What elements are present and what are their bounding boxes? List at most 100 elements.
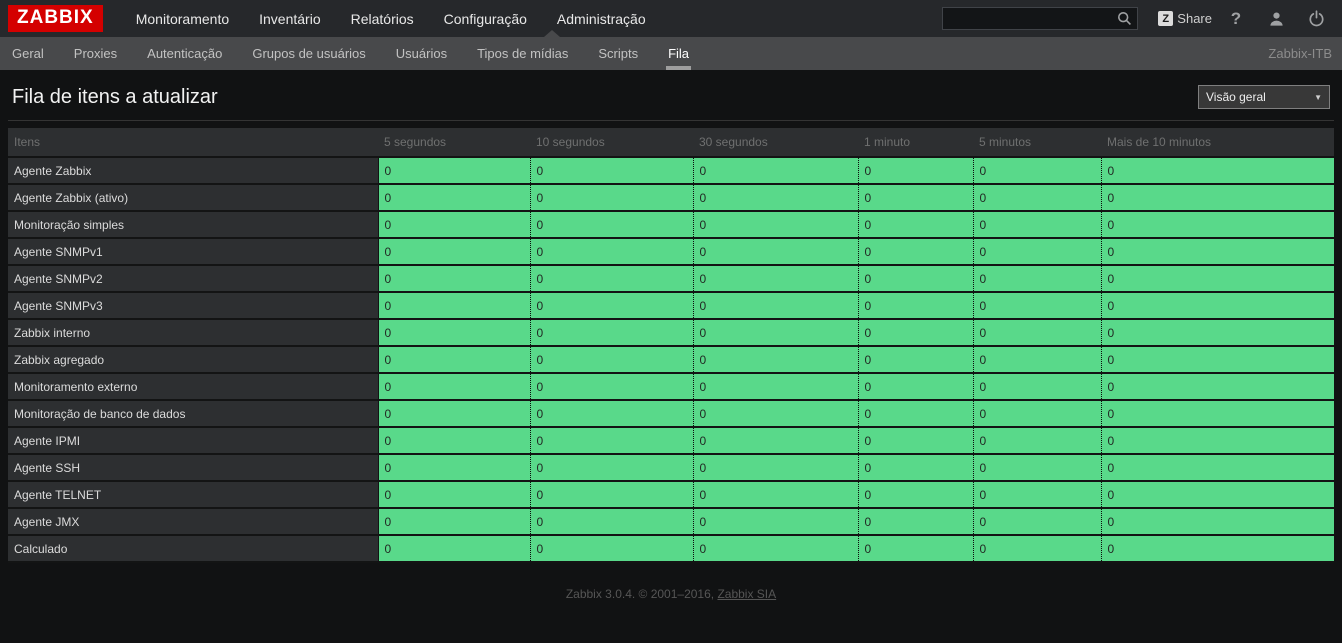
- queue-count-cell: 0: [692, 238, 858, 266]
- queue-count-cell: 0: [529, 211, 693, 239]
- queue-count-cell: 0: [692, 427, 858, 455]
- queue-count-cell: 0: [377, 508, 530, 536]
- queue-count-cell: 0: [377, 238, 530, 266]
- footer: Zabbix 3.0.4. © 2001–2016, Zabbix SIA: [8, 563, 1334, 601]
- search-input[interactable]: [943, 11, 1112, 26]
- queue-count-cell: 0: [972, 454, 1101, 482]
- queue-count-cell: 0: [972, 184, 1101, 212]
- logout-button[interactable]: [1300, 10, 1332, 27]
- queue-count-cell: 0: [692, 184, 858, 212]
- queue-count-cell: 0: [857, 481, 973, 509]
- item-type-cell: Monitoramento externo: [8, 373, 378, 401]
- queue-count-cell: 0: [692, 481, 858, 509]
- queue-count-cell: 0: [529, 238, 693, 266]
- search-box: [942, 7, 1139, 30]
- search-icon[interactable]: [1111, 8, 1137, 29]
- sub-nav-geral[interactable]: Geral: [10, 37, 46, 70]
- top-nav-inventario[interactable]: Inventário: [244, 0, 335, 37]
- top-nav-relatorios[interactable]: Relatórios: [336, 0, 429, 37]
- table-row: Calculado 0 0 0 0 0 0: [8, 535, 1334, 563]
- item-type-cell: Zabbix interno: [8, 319, 378, 347]
- queue-count-cell: 0: [377, 184, 530, 212]
- title-divider: [8, 120, 1334, 121]
- queue-count-cell: 0: [529, 265, 693, 293]
- footer-zabbix-sia-link[interactable]: Zabbix SIA: [717, 587, 776, 601]
- queue-count-cell: 0: [529, 454, 693, 482]
- queue-count-cell: 0: [857, 373, 973, 401]
- queue-count-cell: 0: [692, 319, 858, 347]
- queue-count-cell: 0: [377, 535, 530, 563]
- server-name-label: Zabbix-ITB: [1268, 46, 1332, 61]
- sub-nav-autenticacao[interactable]: Autenticação: [145, 37, 224, 70]
- table-row: Agente Zabbix 0 0 0 0 0 0: [8, 157, 1334, 185]
- queue-count-cell: 0: [529, 508, 693, 536]
- share-button[interactable]: Z Share: [1158, 11, 1212, 26]
- sub-nav-fila[interactable]: Fila: [666, 37, 692, 70]
- column-header-5-minutos: 5 minutos: [973, 128, 1101, 158]
- table-row: Agente SNMPv2 0 0 0 0 0 0: [8, 265, 1334, 293]
- queue-count-cell: 0: [972, 292, 1101, 320]
- queue-count-cell: 0: [529, 292, 693, 320]
- queue-view-select[interactable]: Visão geral ▼: [1198, 85, 1330, 109]
- item-type-cell: Agente SNMPv1: [8, 238, 378, 266]
- queue-count-cell: 0: [529, 373, 693, 401]
- zabbix-logo[interactable]: ZABBIX: [8, 5, 103, 32]
- queue-view-select-value: Visão geral: [1206, 90, 1266, 104]
- sub-nav-usuarios[interactable]: Usuários: [394, 37, 449, 70]
- profile-button[interactable]: [1260, 11, 1292, 27]
- table-row: Agente SNMPv1 0 0 0 0 0 0: [8, 238, 1334, 266]
- item-type-cell: Agente TELNET: [8, 481, 378, 509]
- table-row: Agente SNMPv3 0 0 0 0 0 0: [8, 292, 1334, 320]
- sub-nav-proxies[interactable]: Proxies: [72, 37, 119, 70]
- queue-count-cell: 0: [857, 535, 973, 563]
- queue-count-cell: 0: [692, 373, 858, 401]
- footer-version-text: Zabbix 3.0.4. © 2001–2016,: [565, 587, 718, 601]
- table-row: Zabbix interno 0 0 0 0 0 0: [8, 319, 1334, 347]
- queue-count-cell: 0: [377, 400, 530, 428]
- queue-count-cell: 0: [972, 373, 1101, 401]
- question-mark-icon: ?: [1230, 8, 1242, 28]
- queue-count-cell: 0: [377, 265, 530, 293]
- queue-count-cell: 0: [972, 481, 1101, 509]
- queue-count-cell: 0: [377, 292, 530, 320]
- queue-count-cell: 0: [529, 319, 693, 347]
- queue-count-cell: 0: [692, 157, 858, 185]
- queue-count-cell: 0: [529, 427, 693, 455]
- queue-count-cell: 0: [529, 157, 693, 185]
- item-type-cell: Agente Zabbix (ativo): [8, 184, 378, 212]
- queue-count-cell: 0: [972, 238, 1101, 266]
- queue-count-cell: 0: [1100, 427, 1334, 455]
- queue-count-cell: 0: [857, 238, 973, 266]
- share-label: Share: [1177, 11, 1212, 26]
- sub-nav-grupos-de-usuarios[interactable]: Grupos de usuários: [250, 37, 367, 70]
- item-type-cell: Agente SSH: [8, 454, 378, 482]
- top-nav-configuracao[interactable]: Configuração: [429, 0, 542, 37]
- help-button[interactable]: ?: [1220, 9, 1252, 29]
- sub-nav-scripts[interactable]: Scripts: [596, 37, 640, 70]
- queue-count-cell: 0: [692, 346, 858, 374]
- column-header-30-segundos: 30 segundos: [693, 128, 858, 158]
- top-bar-actions: Z Share ?: [942, 7, 1332, 30]
- queue-count-cell: 0: [972, 535, 1101, 563]
- queue-count-cell: 0: [377, 454, 530, 482]
- queue-count-cell: 0: [857, 454, 973, 482]
- queue-count-cell: 0: [529, 535, 693, 563]
- queue-count-cell: 0: [857, 400, 973, 428]
- item-type-cell: Monitoração de banco de dados: [8, 400, 378, 428]
- queue-count-cell: 0: [377, 481, 530, 509]
- page-title: Fila de itens a atualizar: [12, 85, 218, 108]
- table-row: Monitoramento externo 0 0 0 0 0 0: [8, 373, 1334, 401]
- table-row: Monitoração de banco de dados 0 0 0 0 0 0: [8, 400, 1334, 428]
- top-nav: Monitoramento Inventário Relatórios Conf…: [121, 0, 661, 37]
- queue-count-cell: 0: [857, 292, 973, 320]
- queue-count-cell: 0: [692, 508, 858, 536]
- queue-count-cell: 0: [377, 346, 530, 374]
- table-row: Zabbix agregado 0 0 0 0 0 0: [8, 346, 1334, 374]
- queue-count-cell: 0: [377, 157, 530, 185]
- queue-table: Itens 5 segundos 10 segundos 30 segundos…: [8, 128, 1334, 563]
- table-row: Agente JMX 0 0 0 0 0 0: [8, 508, 1334, 536]
- sub-nav-tipos-de-midias[interactable]: Tipos de mídias: [475, 37, 570, 70]
- queue-count-cell: 0: [377, 373, 530, 401]
- top-nav-monitoramento[interactable]: Monitoramento: [121, 0, 244, 37]
- column-header-5-segundos: 5 segundos: [378, 128, 530, 158]
